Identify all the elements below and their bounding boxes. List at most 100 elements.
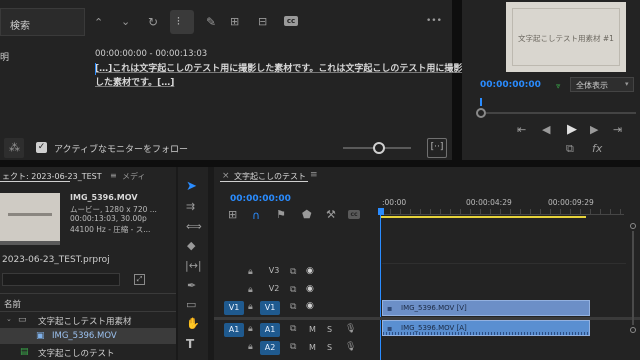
timeline-timecode[interactable]: 00:00:00:00 [230,194,291,204]
sync-lock-icon[interactable]: ⧉ [290,325,296,334]
tab-menu-icon[interactable]: ≡ [310,171,318,180]
lock-icon[interactable]: 🔒︎ [248,325,253,334]
solo-button[interactable]: S [327,343,332,352]
lock-icon[interactable]: 🔒︎ [248,343,253,352]
video-clip-label: IMG_5396.MOV [V] [401,304,467,312]
track-label[interactable]: V3 [264,266,284,275]
more-menu-icon[interactable]: ••• [426,17,442,26]
lock-icon[interactable]: 🔒︎ [248,286,253,295]
scroll-track[interactable] [632,231,634,325]
project-search-input[interactable] [2,273,120,286]
search-box[interactable]: 検索 [0,8,85,36]
transcript-text[interactable]: […]これは文字起こしのテスト用に撮影した素材です。これは文字起こしのテスト用に… [95,62,463,90]
track-label[interactable]: V1 [260,301,280,315]
mute-button[interactable]: M [309,325,316,334]
microphone-icon[interactable]: 🎙︎ [345,325,356,334]
track-label[interactable]: A1 [260,323,280,337]
zoom-slider-thumb[interactable] [373,142,385,154]
mute-button[interactable]: M [309,343,316,352]
follow-monitor-checkbox[interactable]: ✓ [36,142,47,153]
transcript-settings-button[interactable]: ⁂ [4,138,24,158]
sync-lock-icon[interactable]: ⧉ [290,286,296,295]
snap-icon[interactable]: ∩ [252,209,260,222]
eye-icon[interactable]: ◉ [306,285,314,294]
media-tab[interactable]: メディ [122,171,145,182]
captions-track-button[interactable]: cc [348,210,360,219]
step-back-icon[interactable]: ⇤ [517,124,526,135]
monitor-scrollbar[interactable] [486,112,636,114]
split-icon[interactable]: ⊞ [230,16,239,27]
expand-button[interactable]: [··] [427,138,447,158]
monitor-playhead[interactable] [480,98,482,106]
zoom-handle[interactable] [476,108,486,118]
sync-lock-icon[interactable]: ⧉ [290,343,296,352]
razor-icon[interactable]: ◆ [187,240,195,251]
list-item[interactable]: ▤ 文字起こしのテスト [0,344,176,360]
track-label[interactable]: V2 [264,284,284,293]
scroll-handle-top[interactable] [630,223,636,229]
panel-divider-horizontal[interactable] [0,160,640,167]
clip-thumbnail[interactable] [0,193,60,245]
pencil-icon[interactable]: ✎ [206,16,216,28]
name-column-header[interactable]: 名前 [4,298,21,310]
video-clip[interactable]: ▪ IMG_5396.MOV [V] [382,300,590,316]
audio-clip[interactable]: ▪ IMG_5396.MOV [A] [382,320,590,336]
ripple-edit-icon[interactable]: ⟺ [186,221,202,232]
track-label[interactable]: A2 [260,341,280,355]
play-button[interactable]: ▶ [567,122,577,137]
sync-lock-icon[interactable]: ⧉ [290,303,296,312]
pen-icon[interactable]: ✒ [187,280,196,291]
eye-icon[interactable]: ◉ [306,267,314,276]
list-item[interactable]: ⌄ ▭ 文字起こしテスト用素材 [0,312,176,328]
selection-tool-icon[interactable]: ➤ [186,179,197,194]
linked-selection-icon[interactable]: ⚑ [276,209,286,220]
new-bin-button[interactable]: ⤢ [134,274,145,285]
solo-button[interactable]: S [327,325,332,334]
ruler-label: 00:00:04:29 [466,198,512,207]
merge-icon[interactable]: ⊟ [258,16,267,27]
panel-divider-vertical[interactable] [452,0,462,167]
type-tool-icon[interactable]: T [186,337,194,351]
export-frame-icon[interactable]: ⧉ [566,143,574,154]
playhead-handle[interactable] [378,208,384,215]
lock-icon[interactable]: 🔒︎ [248,303,253,312]
close-icon[interactable]: × [222,172,230,181]
sync-lock-icon[interactable]: ⧉ [290,268,296,277]
filter-button[interactable]: ⫶ [170,10,194,34]
scroll-handle-bottom[interactable] [630,327,636,333]
list-item[interactable]: ▣ IMG_5396.MOV [0,328,176,344]
thumbnail-scrubber[interactable] [0,241,60,245]
vertical-scrollbar[interactable] [630,223,636,333]
eye-icon[interactable]: ◉ [306,302,314,311]
frame-forward-icon[interactable]: ▶ [590,124,598,135]
active-tab-underline [220,181,308,182]
nest-icon[interactable]: ⊞ [228,209,237,220]
step-forward-icon[interactable]: ⇥ [613,124,622,135]
microphone-icon[interactable]: 🎙︎ [345,343,356,352]
settings-wrench-icon[interactable]: ⚒ [326,209,336,220]
video-frame[interactable]: 文字起こしテスト用素材 #1 [506,2,626,72]
track-divider [382,263,626,264]
slip-icon[interactable]: |↔| [185,260,202,271]
rectangle-icon[interactable]: ▭ [186,299,196,310]
marker-icon[interactable]: ⩔ [556,81,561,91]
add-marker-icon[interactable]: ⬟ [302,209,312,220]
chevron-down-icon[interactable]: ⌄ [121,16,130,27]
chevron-down-icon[interactable]: ⌄ [6,316,12,323]
work-area-bar[interactable] [380,216,586,218]
fx-icon[interactable]: fx [592,143,602,154]
source-patch-v1[interactable]: V1 [224,301,244,315]
chevron-up-icon[interactable]: ⌃ [94,17,103,28]
source-patch-a1[interactable]: A1 [224,323,244,337]
time-ruler[interactable] [380,209,624,215]
transcript-line: […]これは文字起こしのテスト用に撮影した素材です。これは文字起こしのテスト用に… [95,64,463,74]
divider [0,293,176,294]
monitor-timecode[interactable]: 00:00:00:00 [480,80,541,90]
captions-button[interactable]: cc [284,16,298,26]
hand-icon[interactable]: ✋ [186,318,200,329]
fit-dropdown[interactable]: 全体表示 ▾ [570,77,634,92]
lock-icon[interactable]: 🔒︎ [248,268,253,277]
track-select-icon[interactable]: ⇉ [186,201,195,212]
refresh-icon[interactable]: ↻ [148,16,158,28]
frame-back-icon[interactable]: ◀ [542,124,550,135]
